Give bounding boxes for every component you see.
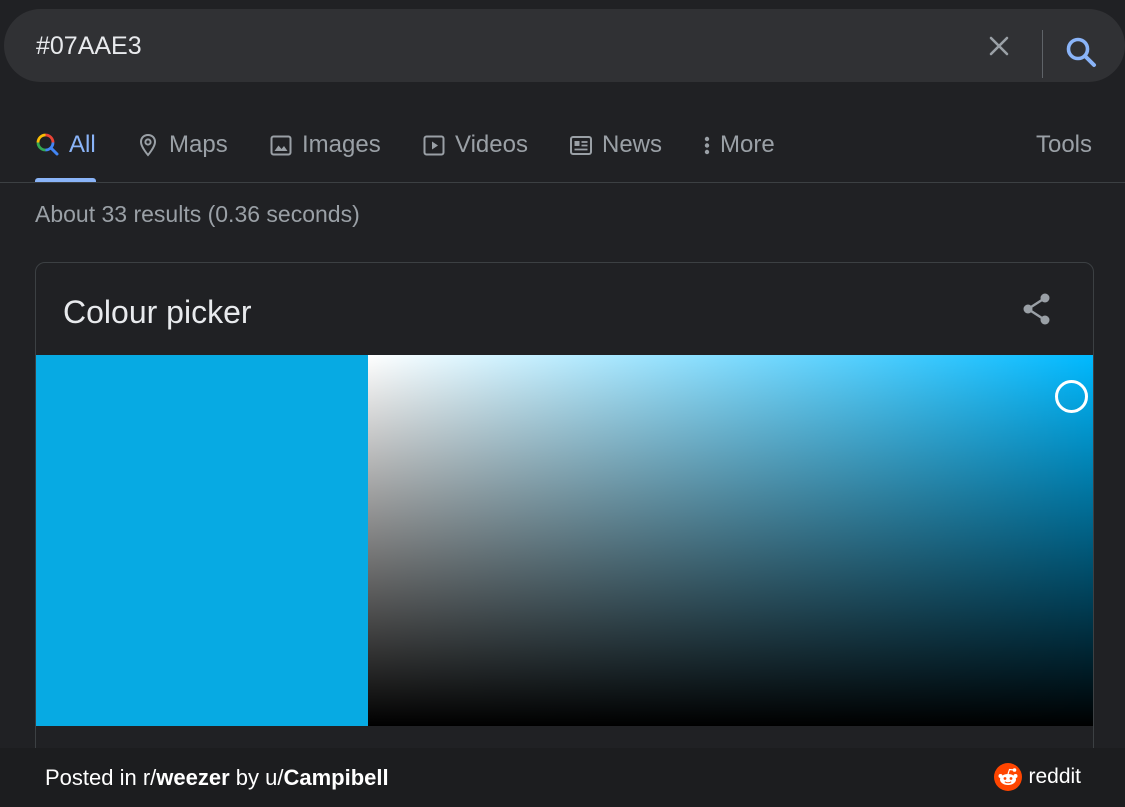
by-text: by u/	[229, 765, 284, 790]
reddit-attribution-bar: Posted in r/weezer by u/Campibell reddit	[0, 748, 1125, 807]
tab-images-label: Images	[302, 131, 381, 158]
tools-button[interactable]: Tools	[1036, 128, 1092, 162]
active-tab-indicator	[35, 178, 96, 182]
google-multicolor-search-icon	[36, 133, 59, 156]
search-tabs: All Maps Images Videos News More Tools	[0, 100, 1125, 183]
share-icon[interactable]	[1019, 291, 1055, 327]
color-swatch	[36, 355, 368, 726]
search-icon[interactable]	[1062, 33, 1102, 73]
tab-videos[interactable]: Videos	[421, 128, 528, 162]
tab-maps[interactable]: Maps	[135, 128, 228, 162]
saturation-value-area[interactable]	[368, 355, 1093, 726]
more-vertical-icon	[704, 136, 710, 155]
tab-more[interactable]: More	[700, 128, 775, 162]
search-input[interactable]	[36, 29, 916, 63]
image-icon	[270, 135, 292, 156]
map-pin-icon	[139, 133, 157, 157]
username[interactable]: Campibell	[283, 765, 388, 790]
tab-images[interactable]: Images	[268, 128, 381, 162]
subreddit-name[interactable]: weezer	[156, 765, 229, 790]
tab-maps-label: Maps	[169, 131, 228, 158]
card-title: Colour picker	[63, 294, 252, 330]
reddit-brand: reddit	[994, 762, 1081, 792]
colour-picker-card: Colour picker	[35, 262, 1094, 807]
tab-videos-label: Videos	[455, 131, 528, 158]
tab-all[interactable]: All	[35, 128, 96, 162]
color-selector-handle[interactable]	[1054, 380, 1088, 414]
reddit-wordmark: reddit	[1028, 765, 1081, 788]
tab-all-label: All	[69, 131, 96, 158]
result-stats: About 33 results (0.36 seconds)	[35, 201, 360, 227]
post-attribution: Posted in r/weezer by u/Campibell	[45, 765, 389, 791]
tab-more-label: More	[720, 131, 775, 158]
tab-news-label: News	[602, 131, 663, 158]
reddit-logo-icon	[994, 763, 1023, 791]
posted-in-text: Posted in r/	[45, 765, 157, 790]
tab-news[interactable]: News	[568, 128, 662, 162]
clear-icon[interactable]	[982, 29, 1016, 63]
search-bar	[4, 9, 1125, 82]
page: All Maps Images Videos	[0, 0, 1125, 807]
search-divider	[1042, 30, 1043, 78]
play-icon	[423, 135, 445, 156]
newspaper-icon	[570, 136, 592, 155]
